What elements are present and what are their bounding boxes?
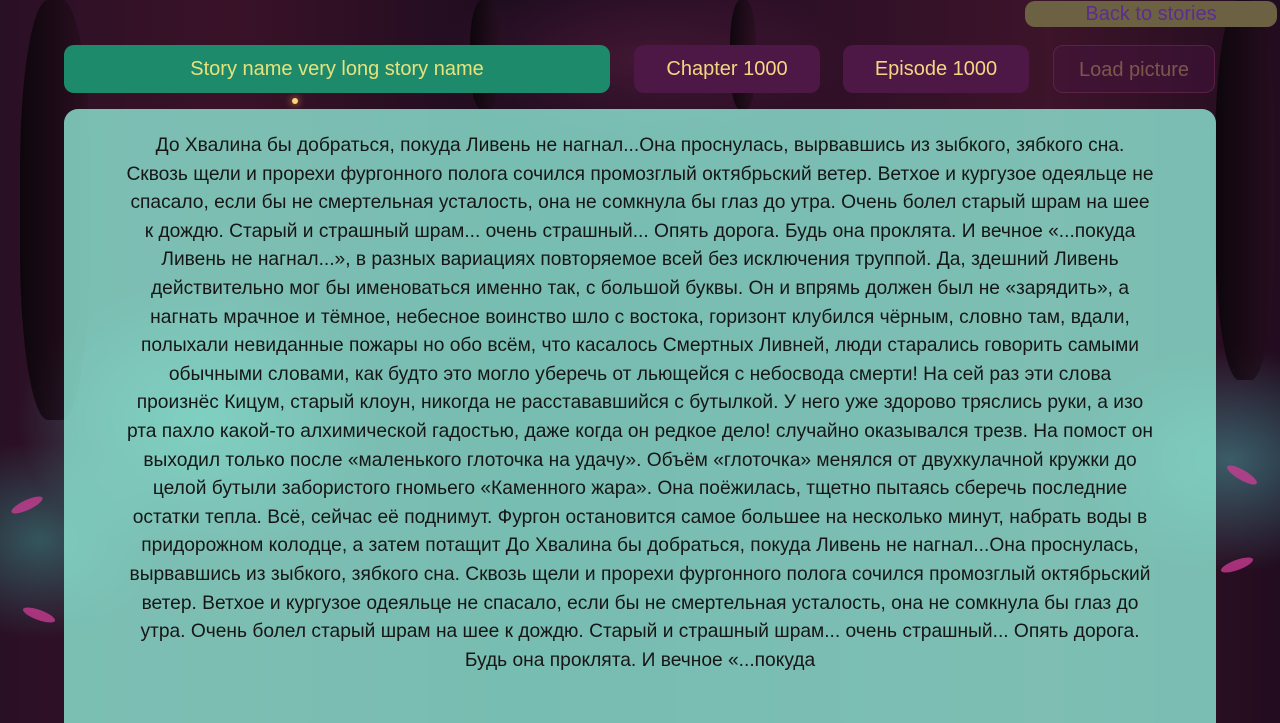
pink-leaf: [21, 604, 57, 626]
pink-leaf: [1219, 554, 1255, 576]
pink-leaf: [1224, 462, 1260, 488]
story-text: До Хвалина бы добраться, покуда Ливень н…: [126, 135, 1154, 671]
firefly: [292, 98, 298, 104]
load-picture-button[interactable]: Load picture: [1053, 45, 1215, 93]
story-text-panel[interactable]: До Хвалина бы добраться, покуда Ливень н…: [64, 109, 1216, 723]
back-to-stories-button[interactable]: Back to stories: [1025, 1, 1277, 27]
story-name-field[interactable]: Story name very long story name: [64, 45, 610, 93]
episode-button[interactable]: Episode 1000: [843, 45, 1029, 93]
tree-trunk: [1215, 0, 1275, 380]
chapter-button[interactable]: Chapter 1000: [634, 45, 820, 93]
pink-leaf: [9, 493, 45, 517]
